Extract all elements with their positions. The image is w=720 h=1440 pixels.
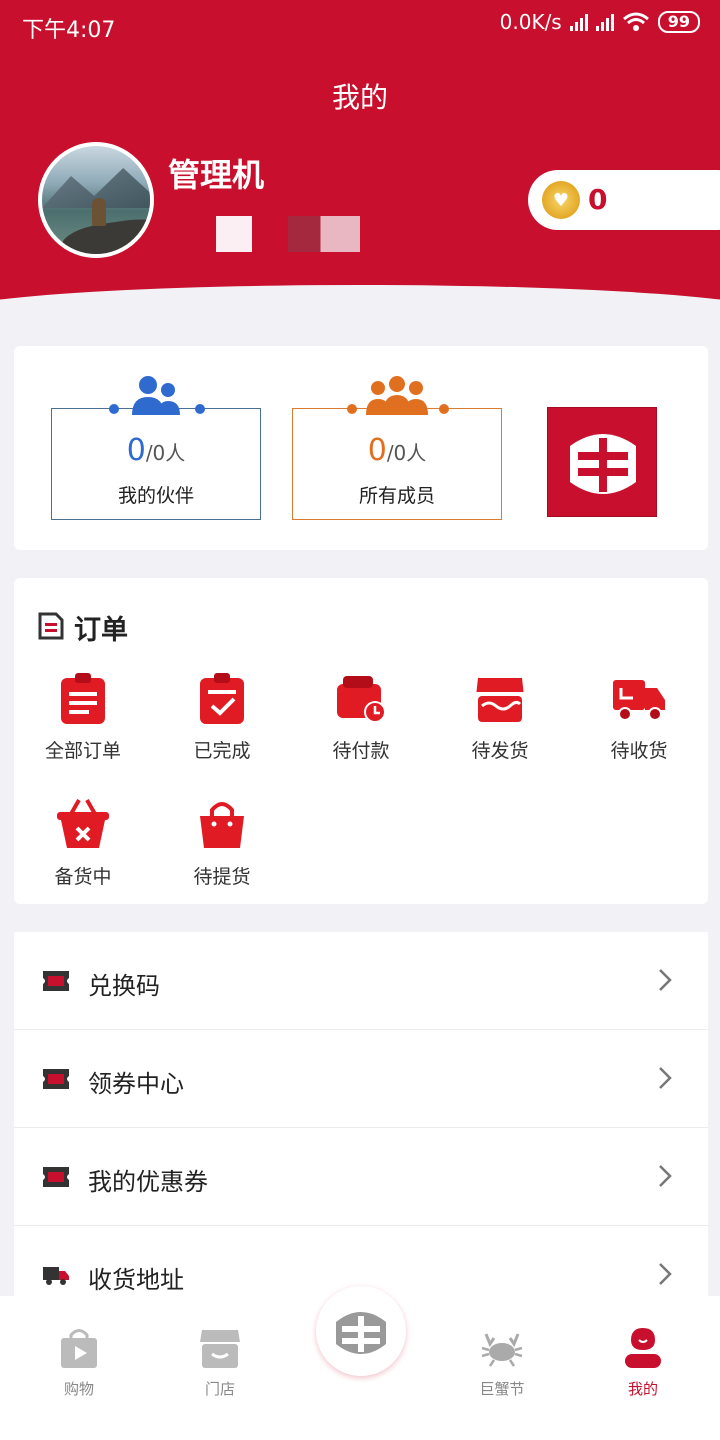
clipboard-list-icon [61, 673, 105, 724]
signal-icon [569, 13, 588, 31]
document-icon [38, 612, 64, 640]
status-indicators: 0.0K/s 99 [500, 10, 700, 34]
group-icon [366, 376, 428, 415]
order-to-receive[interactable]: 待收货 [574, 670, 704, 763]
username: 管理机 [168, 156, 265, 194]
brand-logo-icon [336, 1312, 386, 1354]
orders-card: 订单 全部订单 已完成 待付款 待发货 待收货 备货中 待提货 [14, 578, 708, 904]
store-icon [200, 1330, 240, 1368]
avatar[interactable] [38, 142, 154, 258]
wifi-icon [622, 12, 649, 31]
tab-brand-center[interactable] [316, 1286, 406, 1376]
tab-crab-festival[interactable]: 巨蟹节 [447, 1326, 557, 1399]
people-icon [132, 376, 180, 415]
points-pill[interactable]: ♥ 0 [528, 170, 720, 230]
battery-indicator: 99 [657, 11, 700, 33]
redacted-block [216, 216, 252, 252]
chevron-right-icon [659, 1067, 672, 1089]
partner-stats-card: 0/0人 我的伙伴 0/0人 所有成员 [14, 346, 708, 550]
points-value: 0 [588, 183, 608, 216]
clipboard-check-icon [200, 673, 244, 724]
partners-count: 0/0人 [126, 433, 186, 468]
order-preparing[interactable]: 备货中 [18, 796, 148, 889]
store-icon [476, 678, 524, 722]
my-partners-box[interactable]: 0/0人 我的伙伴 [51, 376, 261, 520]
menu-item-redeem-code[interactable]: 兑换码 [14, 932, 708, 1030]
status-bar: 下午4:07 0.0K/s 99 [0, 0, 720, 50]
truck-icon [613, 680, 665, 721]
crab-icon [481, 1333, 523, 1367]
order-pending-payment[interactable]: 待付款 [296, 670, 426, 763]
signal-hd-icon [595, 13, 614, 31]
shopping-bag-play-icon [61, 1329, 97, 1368]
tab-shopping[interactable]: 购物 [24, 1326, 134, 1399]
wallet-clock-icon [337, 676, 386, 723]
chevron-right-icon [659, 1263, 672, 1285]
network-speed: 0.0K/s [499, 10, 562, 34]
chevron-right-icon [659, 969, 672, 991]
order-all[interactable]: 全部订单 [18, 670, 148, 763]
redacted-block [288, 216, 360, 252]
page-title: 我的 [331, 81, 388, 114]
members-count: 0/0人 [367, 433, 427, 468]
tab-mine[interactable]: 我的 [588, 1326, 698, 1399]
menu-item-my-coupons[interactable]: 我的优惠券 [14, 1128, 708, 1226]
user-icon [625, 1328, 661, 1368]
brand-logo-icon[interactable] [547, 407, 657, 517]
menu-item-coupon-center[interactable]: 领券中心 [14, 1030, 708, 1128]
ticket-icon [43, 971, 69, 991]
all-members-box[interactable]: 0/0人 所有成员 [292, 376, 502, 520]
menu-list: 兑换码 领券中心 我的优惠券 收货地址 [14, 932, 708, 1324]
order-to-ship[interactable]: 待发货 [435, 670, 565, 763]
shopping-bag-icon [200, 802, 244, 848]
profile-header: 下午4:07 0.0K/s 99 我的 管理机 ♥ 0 [0, 0, 720, 300]
basket-icon [57, 799, 109, 848]
partners-label: 我的伙伴 [117, 485, 194, 507]
status-time: 下午4:07 [22, 18, 116, 43]
chevron-right-icon [659, 1165, 672, 1187]
delivery-truck-icon [43, 1267, 69, 1285]
order-completed[interactable]: 已完成 [157, 670, 287, 763]
ticket-icon [43, 1069, 69, 1089]
bottom-tab-bar: 购物 门店 巨蟹节 我的 [0, 1286, 720, 1440]
ticket-icon [43, 1167, 69, 1187]
tab-store[interactable]: 门店 [165, 1326, 275, 1399]
coin-icon: ♥ [542, 181, 580, 219]
orders-title: 订单 [74, 615, 128, 646]
order-to-pickup[interactable]: 待提货 [157, 796, 287, 889]
members-label: 所有成员 [358, 485, 435, 507]
